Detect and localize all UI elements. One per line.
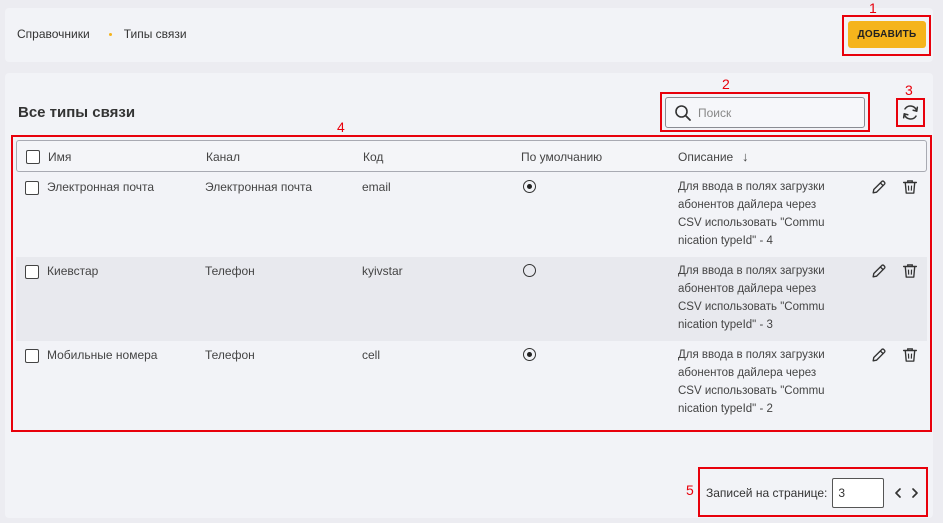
annotation-number: 1: [869, 0, 877, 16]
annotation-box-add: [842, 15, 931, 56]
page-header: Справочники Типы связи: [5, 8, 933, 62]
breadcrumb: Справочники Типы связи: [17, 27, 187, 41]
breadcrumb-separator-icon: [108, 32, 112, 36]
annotation-number: 3: [905, 82, 913, 98]
breadcrumb-root[interactable]: Справочники: [17, 27, 90, 41]
page-title: Все типы связи: [18, 104, 136, 121]
annotation-box-table: [11, 135, 932, 432]
annotation-number: 4: [337, 119, 345, 135]
annotation-box-search: [660, 92, 870, 132]
annotation-number: 5: [686, 482, 694, 498]
annotation-box-pagination: [698, 467, 928, 517]
annotation-number: 2: [722, 76, 730, 92]
breadcrumb-current: Типы связи: [123, 27, 187, 41]
annotation-box-refresh: [896, 98, 925, 127]
